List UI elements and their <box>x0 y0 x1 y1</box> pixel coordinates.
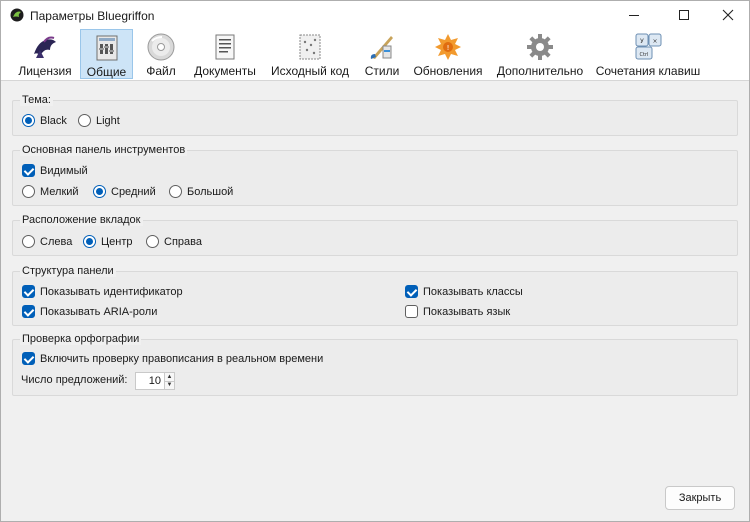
title-bar: Параметры Bluegriffon <box>1 1 749 29</box>
show-classes-option[interactable]: Показывать классы <box>405 285 523 298</box>
toolbar-size-small-radio[interactable] <box>22 185 35 198</box>
toolbar-size-large-option[interactable]: Большой <box>169 185 233 198</box>
main-toolbar-legend: Основная панель инструментов <box>20 144 188 156</box>
svg-text:!: ! <box>447 44 450 52</box>
panel-structure-group: Структура панели Показывать идентификато… <box>12 265 738 326</box>
stepper-down-icon[interactable]: ▼ <box>165 380 174 390</box>
tab-keyboard-shortcuts[interactable]: У × Ctrl Сочетания клавиш <box>596 29 700 79</box>
tabs-right-radio[interactable] <box>146 235 159 248</box>
main-toolbar-group: Основная панель инструментов Видимый Мел… <box>12 144 738 206</box>
tab-documents[interactable]: Документы <box>191 29 259 79</box>
tabs-right-option[interactable]: Справа <box>146 235 202 248</box>
spellcheck-legend: Проверка орфографии <box>20 333 142 345</box>
tab-advanced[interactable]: Дополнительно <box>495 29 585 79</box>
realtime-spellcheck-option[interactable]: Включить проверку правописания в реально… <box>22 352 323 365</box>
close-icon <box>722 9 734 21</box>
close-window-button[interactable] <box>705 1 750 29</box>
theme-light-radio[interactable] <box>78 114 91 127</box>
show-aria-option[interactable]: Показывать ARIA-роли <box>22 305 157 318</box>
close-button[interactable]: Закрыть <box>665 486 735 510</box>
advanced-gear-icon <box>527 34 553 60</box>
tabs-center-option[interactable]: Центр <box>83 235 133 248</box>
show-language-checkbox[interactable] <box>405 305 418 318</box>
minimize-icon <box>629 14 639 16</box>
file-disc-icon <box>147 33 175 61</box>
tab-general[interactable]: Общие <box>80 29 133 79</box>
stepper-up-icon[interactable]: ▲ <box>165 373 174 381</box>
suggestions-label: Число предложений: <box>21 374 128 386</box>
tab-file[interactable]: Файл <box>139 29 183 79</box>
show-language-option[interactable]: Показывать язык <box>405 305 510 318</box>
svg-text:У: У <box>640 38 644 45</box>
svg-text:×: × <box>652 38 657 45</box>
updates-icon: ! <box>435 34 461 60</box>
theme-legend: Тема: <box>20 94 53 106</box>
suggestions-input[interactable]: 10 <box>135 372 165 390</box>
spellcheck-group: Проверка орфографии Включить проверку пр… <box>12 333 738 396</box>
tab-source-code[interactable]: Исходный код <box>267 29 353 79</box>
toolbar-size-medium-option[interactable]: Средний <box>93 185 156 198</box>
documents-icon <box>215 34 235 60</box>
show-id-checkbox[interactable] <box>22 285 35 298</box>
tabs-center-radio[interactable] <box>83 235 96 248</box>
tab-styles[interactable]: Стили <box>361 29 403 79</box>
show-classes-checkbox[interactable] <box>405 285 418 298</box>
theme-light-option[interactable]: Light <box>78 114 120 127</box>
tabs-position-legend: Расположение вкладок <box>20 214 143 226</box>
toolbar-size-large-radio[interactable] <box>169 185 182 198</box>
show-aria-checkbox[interactable] <box>22 305 35 318</box>
tabs-left-option[interactable]: Слева <box>22 235 72 248</box>
general-icon <box>96 35 117 61</box>
toolbar-visible-option[interactable]: Видимый <box>22 164 88 177</box>
realtime-spellcheck-checkbox[interactable] <box>22 352 35 365</box>
maximize-icon <box>679 10 689 20</box>
source-code-icon <box>299 34 321 60</box>
tabs-position-group: Расположение вкладок Слева Центр Справа <box>12 214 738 256</box>
tab-updates[interactable]: ! Обновления <box>411 29 485 79</box>
minimize-button[interactable] <box>611 1 657 29</box>
toolbar-visible-checkbox[interactable] <box>22 164 35 177</box>
maximize-button[interactable] <box>661 1 707 29</box>
keyboard-shortcuts-icon: У × Ctrl <box>635 33 662 60</box>
toolbar-size-small-option[interactable]: Мелкий <box>22 185 79 198</box>
theme-group: Тема: Black Light <box>12 94 738 136</box>
suggestions-stepper[interactable]: 10 ▲ ▼ <box>135 372 175 390</box>
window-title: Параметры Bluegriffon <box>30 9 155 23</box>
styles-icon <box>370 36 393 59</box>
show-id-option[interactable]: Показывать идентификатор <box>22 285 183 298</box>
bluegriffon-app-icon <box>10 8 24 22</box>
preferences-toolbar: Лицензия Общие Файл Документы Исходный к… <box>1 29 749 81</box>
theme-black-option[interactable]: Black <box>22 114 67 127</box>
panel-structure-legend: Структура панели <box>20 265 116 277</box>
toolbar-size-medium-radio[interactable] <box>93 185 106 198</box>
tabs-left-radio[interactable] <box>22 235 35 248</box>
svg-text:Ctrl: Ctrl <box>640 52 649 58</box>
theme-black-radio[interactable] <box>22 114 35 127</box>
preferences-window: Параметры Bluegriffon Лицензия Общие Фай… <box>0 0 750 522</box>
license-icon <box>34 36 56 58</box>
tab-license[interactable]: Лицензия <box>15 29 75 79</box>
